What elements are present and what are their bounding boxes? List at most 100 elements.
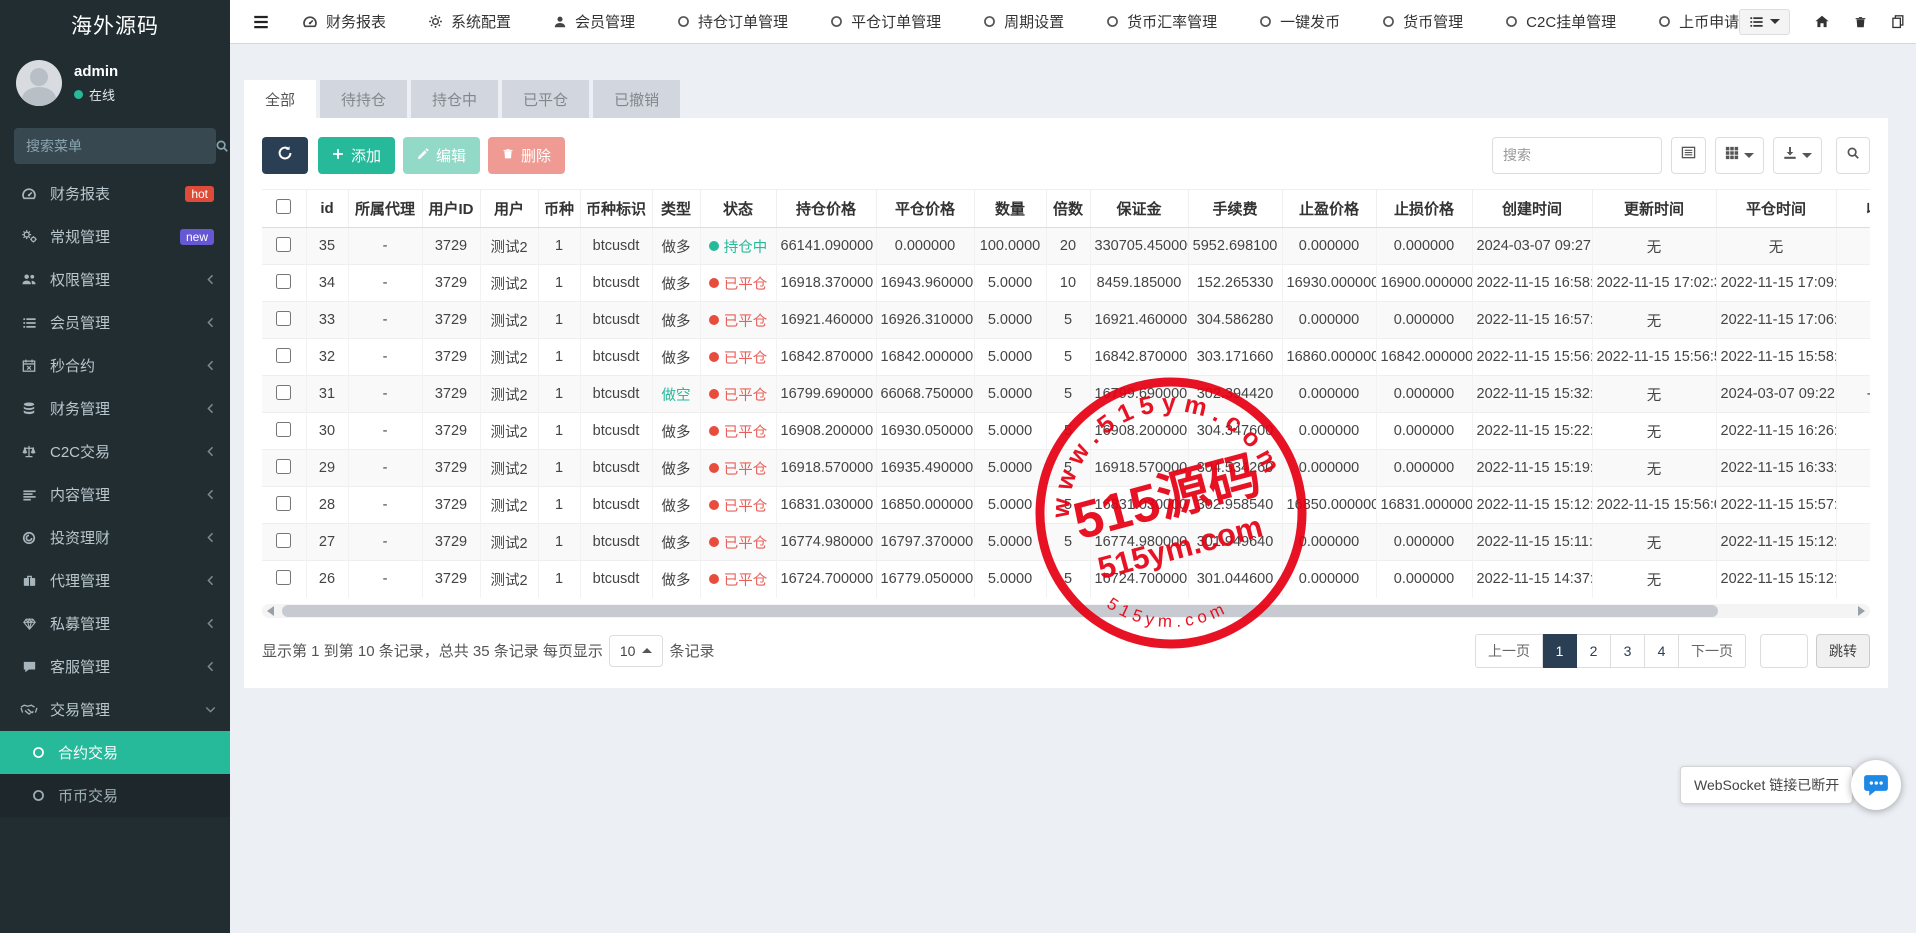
page-3[interactable]: 3: [1611, 634, 1645, 668]
scroll-left-icon[interactable]: [267, 606, 274, 616]
sidebar-item-内容管理[interactable]: 内容管理: [0, 473, 230, 516]
sidebar-search[interactable]: [14, 128, 216, 164]
sidebar-subitem-合约交易[interactable]: 合约交易: [0, 731, 230, 774]
column-header-updated[interactable]: 更新时间: [1592, 190, 1716, 228]
table-row[interactable]: 35-3729测试21btcusdt做多持仓中66141.0900000.000…: [262, 228, 1870, 265]
row-checkbox[interactable]: [276, 570, 291, 585]
column-header-created[interactable]: 创建时间: [1472, 190, 1592, 228]
column-header-status[interactable]: 状态: [700, 190, 776, 228]
nav-item-货币汇率管理[interactable]: 货币汇率管理: [1106, 11, 1217, 32]
scroll-right-icon[interactable]: [1858, 606, 1865, 616]
delete-button[interactable]: 删除: [488, 137, 565, 174]
table-row[interactable]: 27-3729测试21btcusdt做多已平仓16774.98000016797…: [262, 524, 1870, 561]
export-button[interactable]: [1773, 137, 1822, 174]
tab-已平仓[interactable]: 已平仓: [502, 80, 589, 118]
table-search-input[interactable]: [1492, 137, 1662, 174]
sidebar-item-财务管理[interactable]: 财务管理: [0, 387, 230, 430]
column-header-user[interactable]: 用户: [480, 190, 538, 228]
column-header-close_price[interactable]: 平仓价格: [876, 190, 974, 228]
chat-widget-button[interactable]: [1851, 760, 1901, 810]
row-checkbox[interactable]: [276, 385, 291, 400]
sidebar-item-私募管理[interactable]: 私募管理: [0, 602, 230, 645]
table-row[interactable]: 30-3729测试21btcusdt做多已平仓16908.20000016930…: [262, 413, 1870, 450]
column-header-agent[interactable]: 所属代理: [348, 190, 422, 228]
sidebar-item-C2C交易[interactable]: C2C交易: [0, 430, 230, 473]
column-header-lever[interactable]: 倍数: [1046, 190, 1090, 228]
search-icon[interactable]: [215, 139, 229, 153]
row-checkbox[interactable]: [276, 459, 291, 474]
nav-item-C2C挂单管理[interactable]: C2C挂单管理: [1505, 11, 1616, 32]
column-header-uid[interactable]: 用户ID: [422, 190, 480, 228]
hamburger-icon[interactable]: [230, 13, 288, 31]
add-button[interactable]: 添加: [318, 137, 395, 174]
nav-item-平仓订单管理[interactable]: 平仓订单管理: [830, 11, 941, 32]
sidebar-item-常规管理[interactable]: 常规管理new: [0, 215, 230, 258]
column-header-type[interactable]: 类型: [652, 190, 700, 228]
page-1[interactable]: 1: [1543, 634, 1577, 668]
home-icon[interactable]: [1814, 14, 1830, 29]
page-prev[interactable]: 上一页: [1475, 634, 1543, 668]
sidebar-item-权限管理[interactable]: 权限管理: [0, 258, 230, 301]
row-checkbox[interactable]: [276, 422, 291, 437]
table-row[interactable]: 26-3729测试21btcusdt做多已平仓16724.70000016779…: [262, 561, 1870, 598]
sidebar-item-交易管理[interactable]: 交易管理: [0, 688, 230, 731]
column-header-closed[interactable]: 平仓时间: [1716, 190, 1836, 228]
list-dropdown-button[interactable]: [1739, 9, 1790, 35]
jump-button[interactable]: 跳转: [1816, 634, 1870, 668]
edit-button[interactable]: 编辑: [403, 137, 480, 174]
page-2[interactable]: 2: [1577, 634, 1611, 668]
nav-item-上币申请[interactable]: 上币申请: [1658, 11, 1739, 32]
copy-icon[interactable]: [1891, 14, 1905, 29]
row-checkbox[interactable]: [276, 533, 291, 548]
page-4[interactable]: 4: [1645, 634, 1679, 668]
table-row[interactable]: 28-3729测试21btcusdt做多已平仓16831.03000016850…: [262, 487, 1870, 524]
column-header-margin[interactable]: 保证金: [1090, 190, 1188, 228]
nav-item-系统配置[interactable]: 系统配置: [428, 11, 511, 32]
column-header-profit[interactable]: 收益: [1836, 190, 1870, 228]
sidebar-subitem-币币交易[interactable]: 币币交易: [0, 774, 230, 817]
tab-已撤销[interactable]: 已撤销: [593, 80, 680, 118]
sidebar-item-财务报表[interactable]: 财务报表hot: [0, 172, 230, 215]
tab-持仓中[interactable]: 持仓中: [411, 80, 498, 118]
columns-button[interactable]: [1715, 137, 1764, 174]
page-next[interactable]: 下一页: [1679, 634, 1746, 668]
select-all-checkbox[interactable]: [276, 199, 291, 214]
nav-item-周期设置[interactable]: 周期设置: [983, 11, 1064, 32]
sidebar-search-input[interactable]: [26, 138, 207, 154]
row-checkbox[interactable]: [276, 274, 291, 289]
table-row[interactable]: 33-3729测试21btcusdt做多已平仓16921.46000016926…: [262, 302, 1870, 339]
table-row[interactable]: 31-3729测试21btcusdt做空已平仓16799.69000066068…: [262, 376, 1870, 413]
sidebar-item-投资理财[interactable]: 投资理财: [0, 516, 230, 559]
scrollbar-thumb[interactable]: [282, 605, 1718, 617]
nav-item-会员管理[interactable]: 会员管理: [553, 11, 635, 32]
tab-全部[interactable]: 全部: [244, 80, 316, 118]
row-checkbox[interactable]: [276, 496, 291, 511]
sidebar-item-秒合约[interactable]: 秒合约: [0, 344, 230, 387]
row-checkbox[interactable]: [276, 237, 291, 252]
column-header-sl[interactable]: 止损价格: [1376, 190, 1472, 228]
row-checkbox[interactable]: [276, 311, 291, 326]
column-header-tp[interactable]: 止盈价格: [1282, 190, 1376, 228]
horizontal-scrollbar[interactable]: [262, 604, 1870, 618]
page-size-dropdown[interactable]: 10: [609, 635, 664, 667]
column-header-amount[interactable]: 数量: [974, 190, 1046, 228]
column-header-coin[interactable]: 币种: [538, 190, 580, 228]
nav-item-持仓订单管理[interactable]: 持仓订单管理: [677, 11, 788, 32]
table-row[interactable]: 32-3729测试21btcusdt做多已平仓16842.87000016842…: [262, 339, 1870, 376]
table-row[interactable]: 29-3729测试21btcusdt做多已平仓16918.57000016935…: [262, 450, 1870, 487]
table-row[interactable]: 34-3729测试21btcusdt做多已平仓16918.37000016943…: [262, 265, 1870, 302]
jump-page-input[interactable]: [1760, 634, 1808, 668]
sidebar-item-会员管理[interactable]: 会员管理: [0, 301, 230, 344]
sidebar-item-客服管理[interactable]: 客服管理: [0, 645, 230, 688]
trash-icon[interactable]: [1854, 15, 1867, 29]
column-header-symbol[interactable]: 币种标识: [580, 190, 652, 228]
fullscreen-search-button[interactable]: [1836, 137, 1870, 174]
nav-item-一键发币[interactable]: 一键发币: [1259, 11, 1340, 32]
sidebar-item-代理管理[interactable]: 代理管理: [0, 559, 230, 602]
column-header-fee[interactable]: 手续费: [1188, 190, 1282, 228]
nav-item-货币管理[interactable]: 货币管理: [1382, 11, 1463, 32]
nav-item-财务报表[interactable]: 财务报表: [302, 11, 386, 32]
refresh-button[interactable]: [262, 137, 308, 174]
column-header-id[interactable]: id: [306, 190, 348, 228]
row-checkbox[interactable]: [276, 348, 291, 363]
